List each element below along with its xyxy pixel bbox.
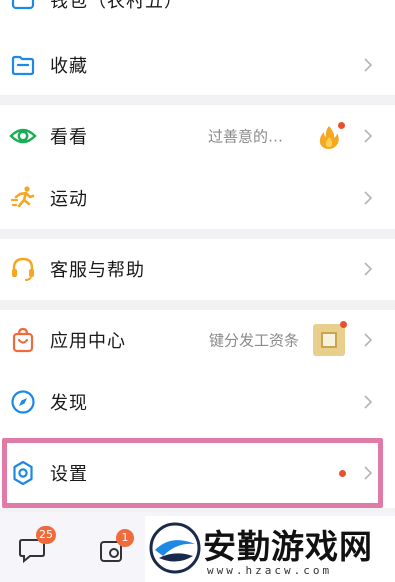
app-thumbnail-icon xyxy=(313,321,347,356)
menu-item-service-label: 客服与帮助 xyxy=(50,260,145,281)
chevron-right-icon xyxy=(364,191,373,205)
watermark-text: 安勤游戏网 xyxy=(203,527,373,566)
menu-item-partial[interactable]: 钱包（农村五） xyxy=(0,0,395,30)
menu-item-sport[interactable]: 运动 xyxy=(0,168,395,228)
wallet-icon xyxy=(9,0,37,14)
card-top: 钱包（农村五） 收藏 xyxy=(0,0,395,95)
watermark-url: www.hzacw.com xyxy=(207,564,333,577)
menu-item-favorites-label: 收藏 xyxy=(50,56,88,77)
chevron-right-icon xyxy=(364,58,373,72)
chevron-right-icon xyxy=(364,129,373,143)
fire-icon xyxy=(318,122,345,150)
menu-item-discover[interactable]: 发现 xyxy=(0,372,395,432)
menu-item-kankan-preview: 过善意的… xyxy=(207,127,283,146)
card-service: 客服与帮助 xyxy=(0,239,395,300)
notification-dot xyxy=(338,122,345,129)
tab-messages[interactable]: 25 xyxy=(16,526,56,566)
settings-highlight-box xyxy=(2,438,383,508)
menu-item-kankan[interactable]: 看看 过善意的… xyxy=(0,106,395,166)
folder-icon xyxy=(9,51,37,79)
running-icon xyxy=(9,184,37,212)
watermark: 安勤游戏网 www.hzacw.com xyxy=(145,516,395,582)
chevron-right-icon xyxy=(364,333,373,347)
menu-item-service[interactable]: 客服与帮助 xyxy=(0,239,395,299)
menu-item-appcenter-preview: 键分发工资条 xyxy=(208,331,299,350)
compass-icon xyxy=(9,388,37,416)
headset-icon xyxy=(9,255,37,283)
menu-item-appcenter[interactable]: 应用中心 键分发工资条 xyxy=(0,310,395,370)
card-discovery: 看看 过善意的… 运动 xyxy=(0,105,395,229)
eye-icon xyxy=(9,122,37,150)
menu-item-discover-label: 发现 xyxy=(50,393,88,414)
tab-contacts[interactable]: 1 xyxy=(96,526,134,566)
watermark-logo-icon xyxy=(149,522,201,574)
contacts-badge: 1 xyxy=(116,529,134,547)
menu-item-partial-label: 钱包（农村五） xyxy=(50,0,183,12)
shopping-bag-icon xyxy=(9,326,37,354)
notification-dot xyxy=(340,321,347,328)
menu-item-favorites[interactable]: 收藏 xyxy=(0,35,395,95)
menu-item-kankan-label: 看看 xyxy=(50,127,88,148)
chevron-right-icon xyxy=(364,262,373,276)
messages-badge: 25 xyxy=(36,526,56,544)
chevron-right-icon xyxy=(364,395,373,409)
menu-item-sport-label: 运动 xyxy=(50,189,88,210)
menu-item-appcenter-label: 应用中心 xyxy=(50,331,126,352)
